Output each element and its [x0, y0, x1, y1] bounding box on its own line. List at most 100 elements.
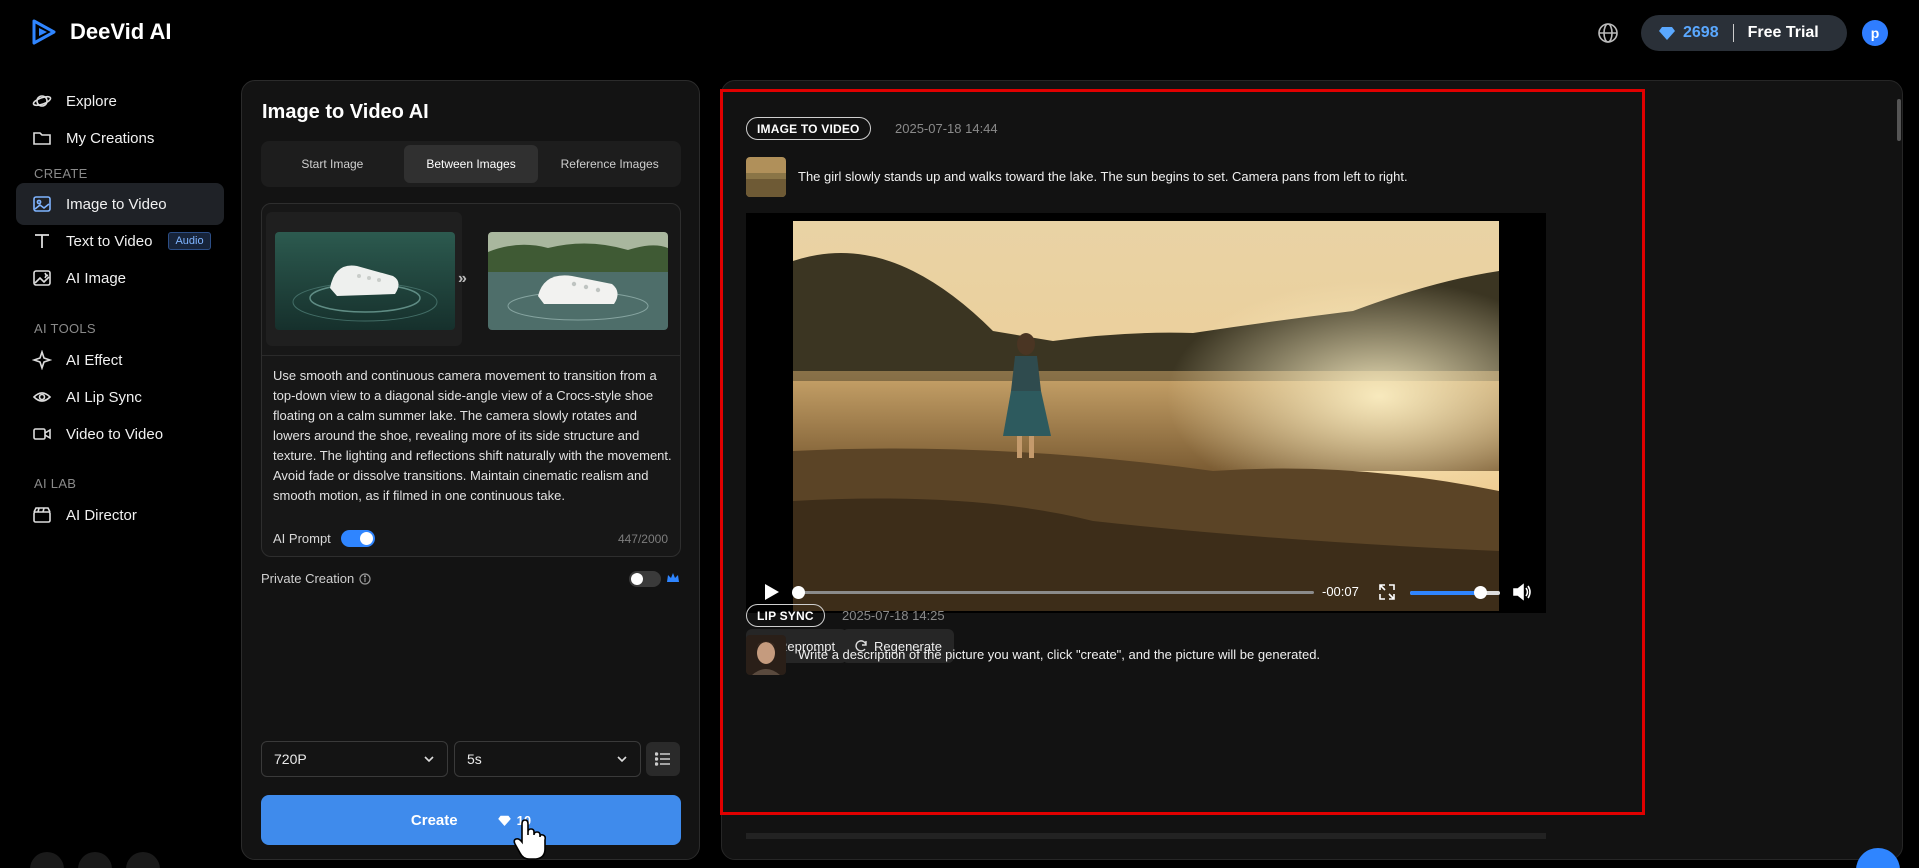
- ai-prompt-label: AI Prompt: [273, 531, 331, 546]
- user-avatar[interactable]: p: [1862, 20, 1888, 46]
- resolution-select[interactable]: 720P: [261, 741, 448, 777]
- result-source-thumbnail[interactable]: [746, 157, 786, 197]
- next-video-preview: [746, 833, 1546, 839]
- result-prompt: Write a description of the picture you w…: [798, 647, 1321, 662]
- video-camera-icon: [33, 428, 51, 440]
- fullscreen-icon[interactable]: [1378, 583, 1396, 601]
- ai-prompt-row: AI Prompt: [273, 530, 375, 547]
- sidebar-item-my-creations[interactable]: My Creations: [16, 117, 224, 159]
- section-ai-lab: AI LAB: [34, 476, 77, 491]
- sidebar-item-label: Image to Video: [66, 195, 167, 213]
- mode-tabs: Start Image Between Images Reference Ima…: [261, 141, 681, 187]
- create-button[interactable]: Create 10: [261, 795, 681, 845]
- sidebar-item-label: AI Director: [66, 506, 137, 524]
- chevron-down-icon: [424, 756, 434, 763]
- sidebar-item-label: Text to Video: [66, 232, 153, 250]
- info-icon[interactable]: [359, 572, 371, 585]
- sidebar-item-label: Explore: [66, 92, 117, 110]
- private-creation-row: Private Creation: [261, 571, 371, 586]
- plan-label: Free Trial: [1747, 24, 1819, 41]
- section-create: CREATE: [34, 166, 88, 181]
- progress-track[interactable]: [794, 591, 1314, 594]
- lip-sync-source-thumbnail[interactable]: [746, 635, 786, 675]
- language-globe-icon[interactable]: [1596, 21, 1620, 45]
- youtube-icon[interactable]: [126, 852, 160, 868]
- result-type-tag: LIP SYNC: [746, 604, 825, 627]
- list-icon: [655, 752, 670, 766]
- result-date: 2025-07-18 14:44: [895, 121, 998, 136]
- credits-count: 2698: [1683, 24, 1719, 41]
- end-image-thumbnail[interactable]: [488, 232, 668, 330]
- tab-reference-images[interactable]: Reference Images: [542, 145, 677, 183]
- private-creation-label: Private Creation: [261, 571, 355, 586]
- folder-icon: [33, 132, 51, 145]
- sidebar-item-text-to-video[interactable]: Text to Video Audio: [16, 220, 224, 262]
- volume-level: [1410, 591, 1480, 595]
- ai-image-icon: [33, 270, 51, 286]
- transition-arrows-icon: »: [458, 270, 467, 287]
- planet-icon: [32, 95, 52, 107]
- video-frame: [793, 221, 1499, 611]
- sidebar-item-ai-effect[interactable]: AI Effect: [16, 339, 224, 381]
- deevid-logo-icon: [32, 19, 56, 45]
- credits-button[interactable]: 2698 Free Trial: [1641, 15, 1847, 51]
- diamond-icon: [497, 815, 511, 826]
- divider: [1732, 24, 1734, 42]
- sidebar-item-ai-director[interactable]: AI Director: [16, 494, 224, 536]
- result-date: 2025-07-18 14:25: [842, 608, 945, 623]
- sidebar-item-label: My Creations: [66, 129, 155, 147]
- sidebar-item-image-to-video[interactable]: Image to Video: [16, 183, 224, 225]
- sidebar-item-label: AI Lip Sync: [66, 388, 142, 406]
- volume-icon[interactable]: [1512, 583, 1532, 601]
- char-counter: 447/2000: [617, 532, 668, 546]
- prompt-textarea[interactable]: Use smooth and continuous camera movemen…: [273, 366, 673, 506]
- start-image-thumbnail[interactable]: [275, 232, 455, 330]
- logo[interactable]: DeeVid AI: [30, 18, 171, 46]
- prompt-box: » Use smooth and continuous camera movem…: [261, 203, 681, 557]
- image-icon: [33, 196, 51, 212]
- chevron-down-icon: [617, 756, 627, 763]
- private-creation-toggle[interactable]: [629, 571, 661, 587]
- section-ai-tools: AI TOOLS: [34, 321, 96, 336]
- video-player[interactable]: -00:07: [746, 213, 1546, 613]
- panel-title: Image to Video AI: [262, 101, 429, 123]
- settings-list-button[interactable]: [646, 742, 680, 776]
- tab-start-image[interactable]: Start Image: [265, 145, 400, 183]
- app-name: DeeVid AI: [70, 19, 172, 44]
- video-controls: -00:07: [746, 577, 1546, 607]
- ai-prompt-toggle[interactable]: [340, 530, 375, 547]
- social-links: [30, 852, 160, 868]
- time-remaining: -00:07: [1322, 584, 1359, 599]
- eye-icon: [32, 392, 52, 402]
- result-prompt: The girl slowly stands up and walks towa…: [798, 169, 1408, 184]
- scrollbar[interactable]: [1897, 99, 1901, 141]
- results-panel: IMAGE TO VIDEO 2025-07-18 14:44 The girl…: [721, 80, 1903, 860]
- tab-between-images[interactable]: Between Images: [403, 145, 539, 183]
- diamond-icon: [1659, 27, 1675, 40]
- audio-badge: Audio: [168, 232, 211, 250]
- top-bar: DeeVid AI 2698 Free Trial p: [0, 0, 1919, 66]
- volume-handle[interactable]: [1474, 586, 1487, 599]
- duration-value: 5s: [467, 751, 482, 767]
- sidebar-item-ai-image[interactable]: AI Image: [16, 257, 224, 299]
- sidebar-item-video-to-video[interactable]: Video to Video: [16, 413, 224, 455]
- sparkle-icon: [32, 350, 52, 370]
- play-icon[interactable]: [764, 583, 780, 601]
- sidebar-item-label: AI Image: [66, 269, 127, 287]
- hand-cursor-icon: [513, 819, 547, 860]
- x-icon[interactable]: [78, 852, 112, 868]
- progress-handle[interactable]: [792, 586, 805, 599]
- sidebar-item-label: Video to Video: [66, 425, 164, 443]
- sidebar-item-ai-lip-sync[interactable]: AI Lip Sync: [16, 376, 224, 418]
- text-icon: [35, 234, 49, 248]
- sidebar-item-explore[interactable]: Explore: [16, 80, 224, 122]
- crown-icon: [667, 573, 679, 582]
- duration-select[interactable]: 5s: [454, 741, 641, 777]
- generator-panel: Image to Video AI Start Image Between Im…: [241, 80, 700, 860]
- clapper-icon: [33, 507, 51, 523]
- image-upload-area: »: [262, 204, 680, 356]
- result-type-tag: IMAGE TO VIDEO: [746, 117, 871, 140]
- discord-icon[interactable]: [30, 852, 64, 868]
- create-label: Create: [410, 811, 458, 829]
- resolution-value: 720P: [274, 751, 307, 767]
